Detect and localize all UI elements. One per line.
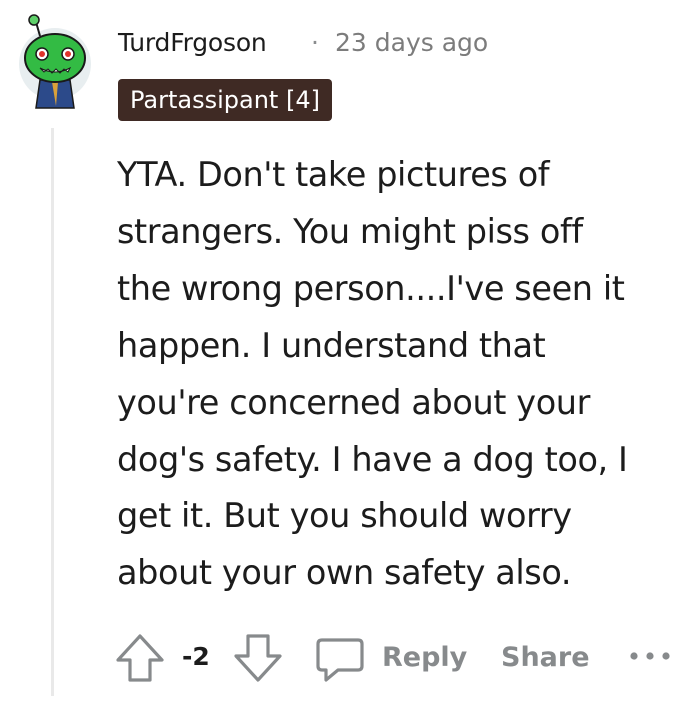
- comment-line: get it. But you should worry: [117, 496, 572, 536]
- downvote-arrow-icon: [234, 634, 282, 682]
- snoo-avatar-icon: [19, 14, 91, 109]
- speech-bubble-icon: [316, 638, 364, 682]
- reply-label[interactable]: Reply: [382, 642, 467, 673]
- separator-dot: ·: [311, 28, 319, 57]
- vote-count: -2: [182, 642, 210, 671]
- user-flair: Partassipant [4]: [118, 79, 332, 121]
- comment-line: the wrong person....I've seen it: [117, 268, 625, 308]
- comment-line: dog's safety. I have a dog too, I: [117, 439, 628, 479]
- thread-line[interactable]: [51, 128, 54, 696]
- upvote-arrow-icon: [116, 634, 164, 682]
- username[interactable]: TurdFrgoson: [118, 28, 267, 57]
- comment-line: you're concerned about your: [117, 382, 591, 422]
- more-options-button[interactable]: [624, 630, 680, 690]
- comment-timestamp[interactable]: 23 days ago: [335, 28, 488, 57]
- comment-action-bar: -2 Reply Share: [112, 630, 692, 686]
- user-avatar[interactable]: [18, 14, 92, 110]
- comment-line: happen. I understand that: [117, 325, 546, 365]
- more-options-icon: [630, 652, 670, 660]
- comment-body: YTA. Don't take pictures of strangers. Y…: [117, 147, 687, 602]
- share-button[interactable]: Share: [501, 642, 590, 673]
- upvote-button[interactable]: [112, 630, 168, 690]
- downvote-button[interactable]: [230, 630, 286, 690]
- comment-line: YTA. Don't take pictures of: [117, 155, 550, 194]
- comment-line: strangers. You might piss off: [117, 211, 583, 251]
- reply-button[interactable]: [312, 630, 368, 690]
- comment-line: about your own safety also.: [117, 553, 572, 593]
